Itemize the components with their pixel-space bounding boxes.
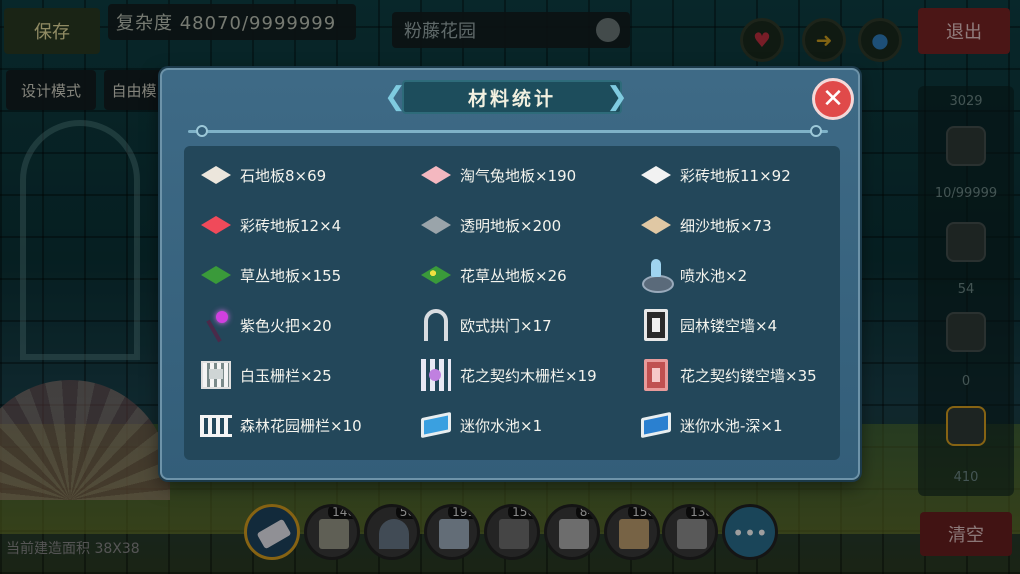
item-label: 迷你水池×1 — [460, 416, 543, 435]
scroll-ornament-right-icon: ❯ — [606, 82, 628, 112]
item-label: 彩砖地板12×4 — [240, 216, 342, 235]
list-item: 淘气兔地板×190 — [418, 156, 576, 194]
color-brick-floor-icon — [638, 157, 674, 193]
list-item: 花之契约木栅栏×19 — [418, 356, 597, 394]
item-label: 森林花园栅栏×10 — [240, 416, 362, 435]
item-label: 透明地板×200 — [460, 216, 562, 235]
list-item: 花之契约镂空墙×35 — [638, 356, 817, 394]
flower-hollow-wall-icon — [638, 357, 674, 393]
flower-grass-floor-icon — [418, 257, 454, 293]
divider — [188, 130, 828, 133]
forest-garden-fence-icon — [198, 407, 234, 443]
purple-torch-icon — [198, 307, 234, 343]
item-label: 紫色火把×20 — [240, 316, 332, 335]
item-label: 欧式拱门×17 — [460, 316, 552, 335]
list-item: 喷水池×2 — [638, 256, 747, 294]
list-item: 草丛地板×155 — [198, 256, 341, 294]
list-item: 细沙地板×73 — [638, 206, 772, 244]
jade-fence-icon — [198, 357, 234, 393]
item-label: 淘气兔地板×190 — [460, 166, 577, 185]
item-label: 细沙地板×73 — [680, 216, 772, 235]
item-label: 喷水池×2 — [680, 266, 748, 285]
transparent-floor-icon — [418, 207, 454, 243]
mini-pool-icon — [418, 407, 454, 443]
list-item: 透明地板×200 — [418, 206, 561, 244]
list-item: 花草丛地板×26 — [418, 256, 567, 294]
fountain-icon — [638, 257, 674, 293]
item-label: 花之契约镂空墙×35 — [680, 366, 817, 385]
garden-hollow-wall-icon — [638, 307, 674, 343]
list-item: 迷你水池×1 — [418, 406, 542, 444]
divider-ornament — [810, 125, 822, 137]
material-list: 石地板8×69 淘气兔地板×190 彩砖地板11×92 彩砖地板12×4 透明地… — [184, 146, 840, 460]
arch-door-icon — [418, 307, 454, 343]
item-label: 花之契约木栅栏×19 — [460, 366, 597, 385]
list-item: 园林镂空墙×4 — [638, 306, 777, 344]
item-label: 花草丛地板×26 — [460, 266, 567, 285]
list-item: 紫色火把×20 — [198, 306, 332, 344]
item-label: 彩砖地板11×92 — [680, 166, 791, 185]
dialog-title: 材料统计 — [402, 80, 622, 114]
stone-floor-icon — [198, 157, 234, 193]
item-label: 石地板8×69 — [240, 166, 327, 185]
item-label: 白玉栅栏×25 — [240, 366, 332, 385]
material-stats-dialog: ❮ 材料统计 ❯ ✕ 石地板8×69 淘气兔地板×190 彩砖地板11×92 彩… — [160, 68, 860, 480]
item-label: 园林镂空墙×4 — [680, 316, 778, 335]
bunny-floor-icon — [418, 157, 454, 193]
flower-wood-fence-icon — [418, 357, 454, 393]
divider-ornament — [196, 125, 208, 137]
list-item: 彩砖地板12×4 — [198, 206, 341, 244]
list-item: 迷你水池-深×1 — [638, 406, 783, 444]
list-item: 白玉栅栏×25 — [198, 356, 332, 394]
mini-pool-deep-icon — [638, 407, 674, 443]
list-item: 森林花园栅栏×10 — [198, 406, 362, 444]
close-button[interactable]: ✕ — [812, 78, 854, 120]
grass-floor-icon — [198, 257, 234, 293]
list-item: 彩砖地板11×92 — [638, 156, 791, 194]
list-item: 欧式拱门×17 — [418, 306, 552, 344]
sand-floor-icon — [638, 207, 674, 243]
list-item: 石地板8×69 — [198, 156, 326, 194]
item-label: 迷你水池-深×1 — [680, 416, 783, 435]
item-label: 草丛地板×155 — [240, 266, 342, 285]
red-brick-floor-icon — [198, 207, 234, 243]
